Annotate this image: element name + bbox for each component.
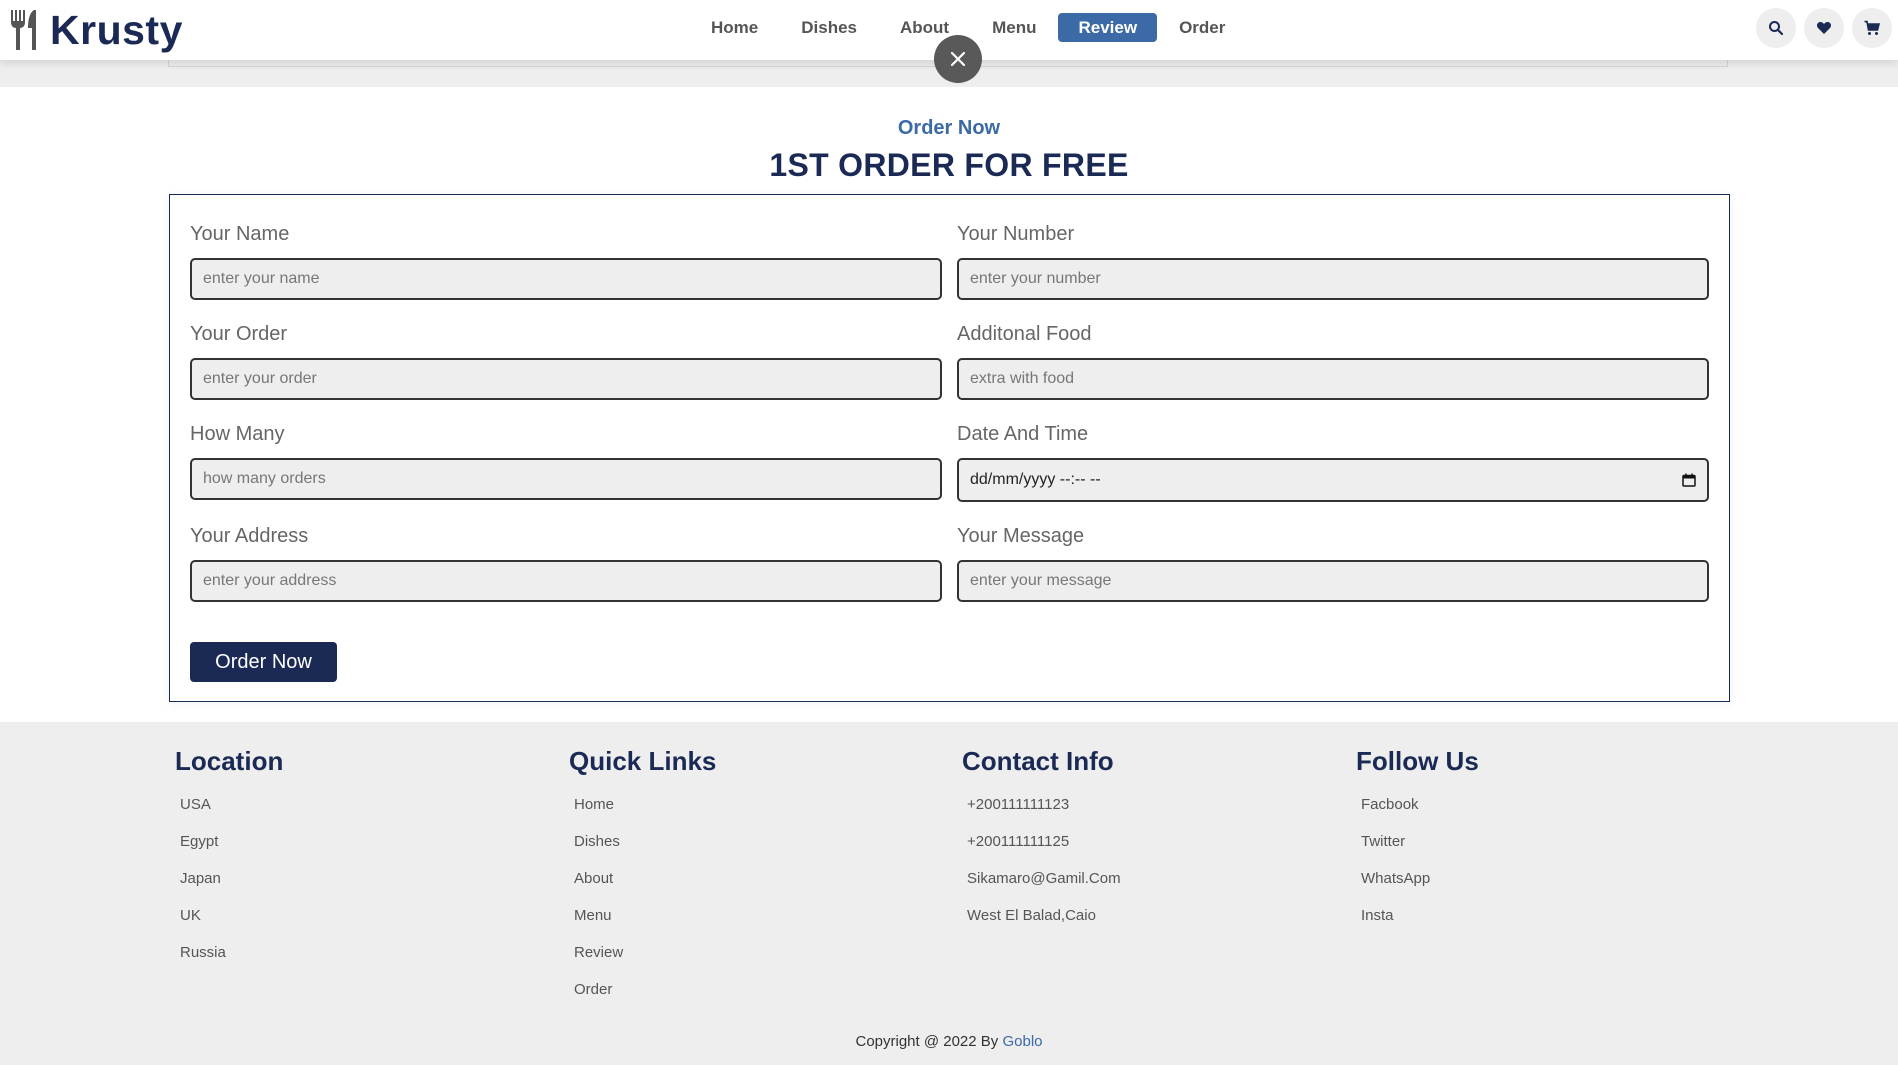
- order-label: Your Order: [190, 323, 288, 345]
- name-input[interactable]: enter your name: [190, 258, 942, 300]
- footer-location: Location USA Egypt Japan UK Russia: [175, 746, 283, 971]
- logo[interactable]: Krusty: [8, 4, 183, 56]
- wishlist-button[interactable]: [1804, 8, 1844, 48]
- datetime-placeholder: dd/mm/yyyy --:-- --: [970, 471, 1101, 488]
- order-field: Your Order enter your order: [190, 323, 942, 400]
- footer-follow-title: Follow Us: [1356, 746, 1479, 776]
- order-now-button[interactable]: Order Now: [190, 642, 337, 682]
- location-link[interactable]: USA: [175, 786, 283, 823]
- message-input[interactable]: enter your message: [957, 560, 1709, 602]
- number-field: Your Number enter your number: [957, 223, 1709, 300]
- header-icons: [1756, 8, 1892, 48]
- search-icon: [1769, 21, 1784, 36]
- message-label: Your Message: [957, 525, 1085, 547]
- cart-icon: [1864, 20, 1880, 35]
- message-field: Your Message enter your message: [957, 525, 1709, 602]
- contact-link[interactable]: +200111111125: [962, 823, 1121, 860]
- footer-quick-links-title: Quick Links: [569, 746, 717, 776]
- site-footer: Location USA Egypt Japan UK Russia Quick…: [0, 722, 1898, 1065]
- quick-link[interactable]: Menu: [569, 897, 716, 934]
- nav-order[interactable]: Order: [1158, 13, 1246, 42]
- copyright-text: Copyright @ 2022 By: [855, 1033, 999, 1050]
- footer-follow-us: Follow Us Facbook Twitter WhatsApp Insta: [1356, 746, 1479, 934]
- section-subtitle: Order Now: [897, 117, 1001, 139]
- copyright: Copyright @ 2022 By Goblo: [0, 1033, 1898, 1050]
- quick-link[interactable]: Dishes: [569, 823, 716, 860]
- copyright-author-link[interactable]: Goblo: [1002, 1033, 1042, 1050]
- search-button[interactable]: [1756, 8, 1796, 48]
- logo-text: Krusty: [50, 6, 183, 53]
- social-link[interactable]: Facbook: [1356, 786, 1479, 823]
- additional-food-input[interactable]: extra with food: [957, 358, 1709, 400]
- heart-icon: [1816, 22, 1832, 34]
- nav-dishes[interactable]: Dishes: [780, 13, 878, 42]
- social-link[interactable]: Twitter: [1356, 823, 1479, 860]
- nav-review[interactable]: Review: [1058, 13, 1158, 42]
- location-link[interactable]: UK: [175, 897, 283, 934]
- contact-link[interactable]: Sikamaro@Gamil.Com: [962, 860, 1121, 897]
- footer-quick-links: Quick Links Home Dishes About Menu Revie…: [569, 746, 716, 1008]
- order-input[interactable]: enter your order: [190, 358, 942, 400]
- datetime-field: Date And Time dd/mm/yyyy --:-- --: [957, 423, 1709, 502]
- nav-menu[interactable]: Menu: [971, 13, 1057, 42]
- quick-link[interactable]: Order: [569, 971, 716, 1008]
- quantity-label: How Many: [190, 423, 285, 445]
- name-field: Your Name enter your name: [190, 223, 942, 300]
- calendar-icon[interactable]: [1682, 473, 1696, 487]
- name-label: Your Name: [190, 223, 290, 245]
- contact-link[interactable]: +200111111123: [962, 786, 1121, 823]
- close-icon: [950, 51, 966, 67]
- datetime-label: Date And Time: [957, 423, 1089, 445]
- number-label: Your Number: [957, 223, 1075, 245]
- contact-link[interactable]: West El Balad,Caio: [962, 897, 1121, 934]
- location-link[interactable]: Russia: [175, 934, 283, 971]
- social-link[interactable]: WhatsApp: [1356, 860, 1479, 897]
- footer-contact-info: Contact Info +200111111123 +200111111125…: [962, 746, 1121, 934]
- nav-home[interactable]: Home: [690, 13, 779, 42]
- footer-contact-title: Contact Info: [962, 746, 1114, 776]
- address-field: Your Address enter your address: [190, 525, 942, 602]
- datetime-input[interactable]: dd/mm/yyyy --:-- --: [957, 458, 1709, 502]
- footer-location-title: Location: [175, 746, 284, 776]
- section-title: 1ST ORDER FOR FREE: [769, 147, 1129, 183]
- quick-link[interactable]: Review: [569, 934, 716, 971]
- cart-button[interactable]: [1852, 8, 1892, 48]
- location-link[interactable]: Egypt: [175, 823, 283, 860]
- address-input[interactable]: enter your address: [190, 560, 942, 602]
- quantity-field: How Many how many orders: [190, 423, 942, 500]
- additional-food-label: Additonal Food: [957, 323, 1092, 345]
- order-form: Your Name enter your name Your Number en…: [169, 194, 1730, 702]
- social-link[interactable]: Insta: [1356, 897, 1479, 934]
- quantity-input[interactable]: how many orders: [190, 458, 942, 500]
- quick-link[interactable]: Home: [569, 786, 716, 823]
- utensils-icon: [11, 10, 36, 50]
- additional-food-field: Additonal Food extra with food: [957, 323, 1709, 400]
- close-search-button[interactable]: [934, 35, 982, 83]
- address-label: Your Address: [190, 525, 309, 547]
- number-input[interactable]: enter your number: [957, 258, 1709, 300]
- quick-link[interactable]: About: [569, 860, 716, 897]
- location-link[interactable]: Japan: [175, 860, 283, 897]
